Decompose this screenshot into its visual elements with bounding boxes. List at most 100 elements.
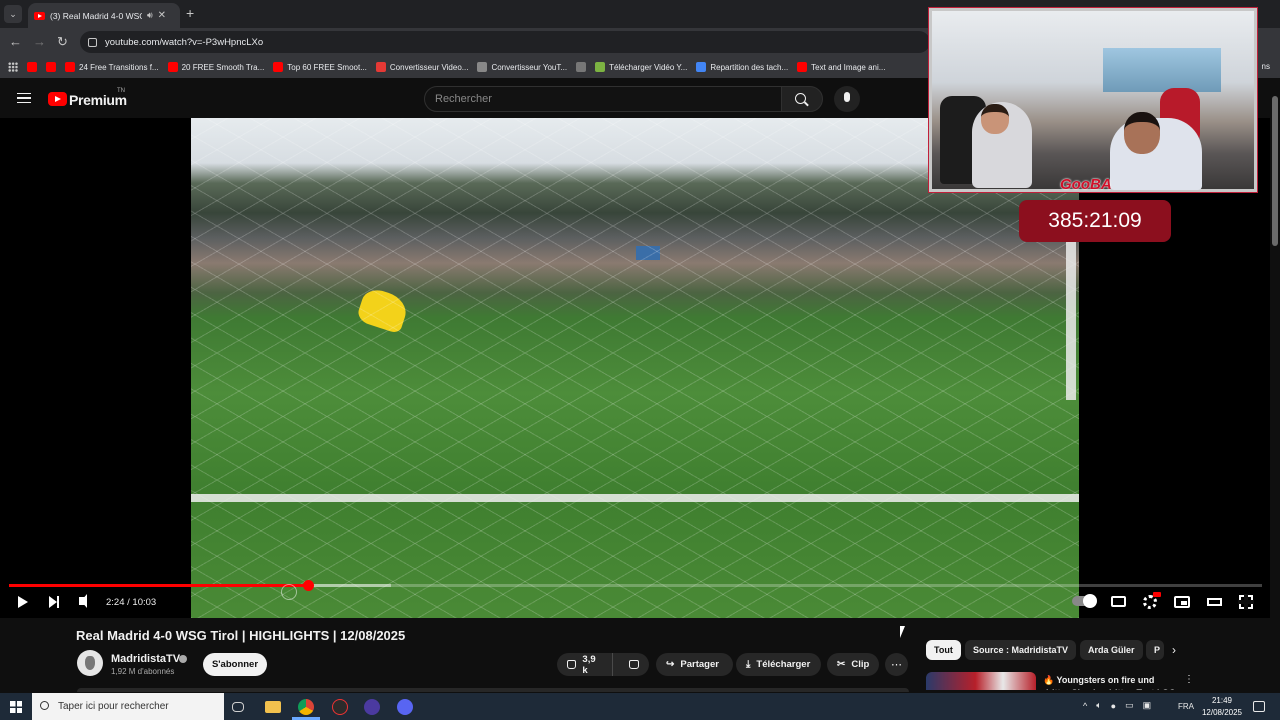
play-icon[interactable] bbox=[18, 596, 28, 608]
bookmark-favicon-icon bbox=[65, 62, 75, 72]
search-icon bbox=[795, 93, 806, 104]
youtube-brand-text[interactable]: Premium bbox=[69, 92, 127, 108]
scrub-hover-indicator bbox=[281, 584, 297, 600]
bookmark-item[interactable]: 20 FREE Smooth Tra... bbox=[167, 62, 264, 72]
bookmark-item[interactable]: Télécharger Vidéo Y... bbox=[595, 62, 687, 72]
channel-avatar[interactable] bbox=[77, 650, 103, 676]
url-text: youtube.com/watch?v=-P3wHpncLXo bbox=[105, 36, 264, 48]
chip-partial[interactable]: P bbox=[1146, 640, 1164, 660]
webcam-window-scene bbox=[1103, 48, 1221, 92]
discord-icon[interactable] bbox=[397, 699, 413, 715]
like-count: 3,9 k bbox=[582, 653, 596, 676]
theater-mode-icon[interactable] bbox=[1207, 598, 1222, 606]
progress-scrubber[interactable] bbox=[303, 580, 314, 591]
task-view-icon[interactable] bbox=[232, 702, 244, 712]
goal-net bbox=[191, 118, 1079, 618]
menu-hamburger-icon[interactable] bbox=[17, 93, 31, 103]
bookmark-favicon-icon bbox=[576, 62, 587, 72]
suggestion-thumbnail[interactable] bbox=[926, 672, 1036, 690]
bookmark-label: Télécharger Vidéo Y... bbox=[609, 62, 688, 72]
browser-tab-active[interactable]: (3) Real Madrid 4-0 WSG Ti... 🔊︎ ✕ bbox=[28, 3, 180, 28]
clock-date[interactable]: 12/08/2025 bbox=[1200, 708, 1244, 717]
back-arrow-icon[interactable]: ← bbox=[9, 34, 22, 49]
more-actions-button[interactable]: ⋯ bbox=[885, 653, 908, 676]
media-app-icon[interactable] bbox=[364, 699, 380, 715]
recorder-app-icon[interactable] bbox=[332, 699, 348, 715]
search-input[interactable]: Rechercher bbox=[424, 86, 782, 112]
bookmark-item[interactable]: Text and Image ani... bbox=[797, 62, 885, 72]
mouse-cursor-icon bbox=[900, 626, 905, 638]
tab-close-icon[interactable]: ✕ bbox=[158, 10, 166, 21]
tab-search-dropdown-icon[interactable]: ⌄ bbox=[4, 5, 22, 23]
apps-grid-icon[interactable] bbox=[8, 62, 18, 72]
tray-chevron-up-icon[interactable]: ^ bbox=[1083, 701, 1087, 711]
fullscreen-icon[interactable] bbox=[1238, 594, 1254, 610]
keyboard-language[interactable]: FRA bbox=[1178, 702, 1194, 711]
bookmark-item[interactable] bbox=[27, 62, 37, 72]
bookmark-label: Text and Image ani... bbox=[811, 62, 886, 72]
description-box[interactable] bbox=[77, 688, 909, 692]
bookmark-item[interactable]: Top 60 FREE Smoot... bbox=[273, 62, 367, 72]
bookmark-label: Convertisseur Video... bbox=[389, 62, 469, 72]
suggestion-more-icon[interactable]: ⋮ bbox=[1184, 674, 1194, 685]
tray-video-icon[interactable]: ▣ bbox=[1143, 700, 1152, 711]
bookmark-item[interactable]: Convertisseur Video... bbox=[375, 62, 469, 72]
dislike-button[interactable] bbox=[619, 653, 649, 676]
bookmark-label: Top 60 FREE Smoot... bbox=[287, 62, 367, 72]
chip-arda-guler[interactable]: Arda Güler bbox=[1080, 640, 1143, 660]
tab-audio-icon[interactable]: 🔊︎ bbox=[147, 10, 153, 21]
youtube-logo-icon[interactable] bbox=[48, 92, 67, 106]
goal-bar bbox=[191, 494, 1079, 502]
settings-gear-icon[interactable] bbox=[1143, 595, 1157, 609]
microphone-icon bbox=[844, 92, 850, 102]
address-bar[interactable]: youtube.com/watch?v=-P3wHpncLXo bbox=[80, 31, 930, 53]
stream-tag: GooBA bbox=[1060, 176, 1112, 193]
download-button[interactable]: ⤓ Télécharger bbox=[736, 653, 821, 676]
windows-start-icon[interactable] bbox=[10, 701, 22, 713]
youtube-favicon-icon bbox=[34, 11, 45, 20]
tray-microphone-icon[interactable]: ● bbox=[1111, 701, 1116, 711]
channel-name[interactable]: MadridistaTV bbox=[111, 653, 180, 665]
reload-icon[interactable]: ↻ bbox=[57, 34, 68, 50]
new-tab-plus-icon[interactable]: + bbox=[186, 5, 194, 21]
file-explorer-icon[interactable] bbox=[265, 701, 281, 713]
progress-played bbox=[9, 584, 308, 587]
bookmark-item[interactable]: 24 Free Transitions f... bbox=[65, 62, 159, 72]
chip-next-chevron-icon[interactable]: › bbox=[1172, 643, 1176, 657]
autoplay-toggle[interactable] bbox=[1072, 594, 1097, 608]
bookmark-favicon-icon bbox=[595, 62, 606, 72]
bookmark-favicon-icon bbox=[167, 62, 178, 72]
like-button[interactable]: 3,9 k bbox=[557, 653, 613, 676]
subscribe-button[interactable]: S'abonner bbox=[203, 653, 267, 676]
clip-button[interactable]: ✂ Clip bbox=[827, 653, 879, 676]
site-info-icon[interactable] bbox=[88, 37, 97, 47]
subtitles-icon[interactable] bbox=[1111, 596, 1126, 607]
tray-network-icon[interactable]: ▭ bbox=[1125, 700, 1134, 711]
chrome-icon[interactable] bbox=[298, 699, 314, 715]
bookmark-item[interactable] bbox=[46, 62, 56, 72]
suggestion-title[interactable]: 🔥 Youngsters on fire und dritter Sieg im… bbox=[1043, 674, 1179, 690]
bookmark-item[interactable]: Repartition des tach... bbox=[696, 62, 788, 72]
miniplayer-icon[interactable] bbox=[1174, 596, 1190, 608]
share-button[interactable]: ↪ Partager bbox=[656, 653, 733, 676]
bookmark-item[interactable] bbox=[576, 62, 587, 72]
bookmark-favicon-icon bbox=[477, 62, 488, 72]
chip-source[interactable]: Source : MadridistaTV bbox=[965, 640, 1077, 660]
taskbar-search-input[interactable]: Taper ici pour rechercher bbox=[32, 693, 224, 720]
clock-time[interactable]: 21:49 bbox=[1202, 696, 1242, 705]
scissors-icon: ✂ bbox=[837, 659, 846, 670]
notifications-icon[interactable] bbox=[1253, 701, 1265, 712]
volume-icon[interactable] bbox=[79, 594, 87, 608]
stream-timer: 385:21:09 bbox=[1019, 200, 1171, 242]
scrollbar-thumb[interactable] bbox=[1272, 96, 1278, 246]
forward-arrow-icon[interactable]: → bbox=[33, 34, 46, 49]
bookmarks-overflow[interactable]: ns bbox=[1262, 62, 1270, 71]
webcam-person-left-head bbox=[981, 104, 1009, 134]
chip-all[interactable]: Tout bbox=[926, 640, 961, 660]
bookmark-favicon-icon bbox=[797, 62, 808, 72]
tray-speaker-icon[interactable]: 🔈︎ bbox=[1096, 700, 1101, 711]
taskbar-search-icon bbox=[40, 701, 49, 710]
like-dislike-group: 3,9 k bbox=[557, 653, 649, 676]
bookmark-item[interactable]: Convertisseur YouT... bbox=[477, 62, 567, 72]
next-video-icon[interactable] bbox=[49, 596, 59, 608]
